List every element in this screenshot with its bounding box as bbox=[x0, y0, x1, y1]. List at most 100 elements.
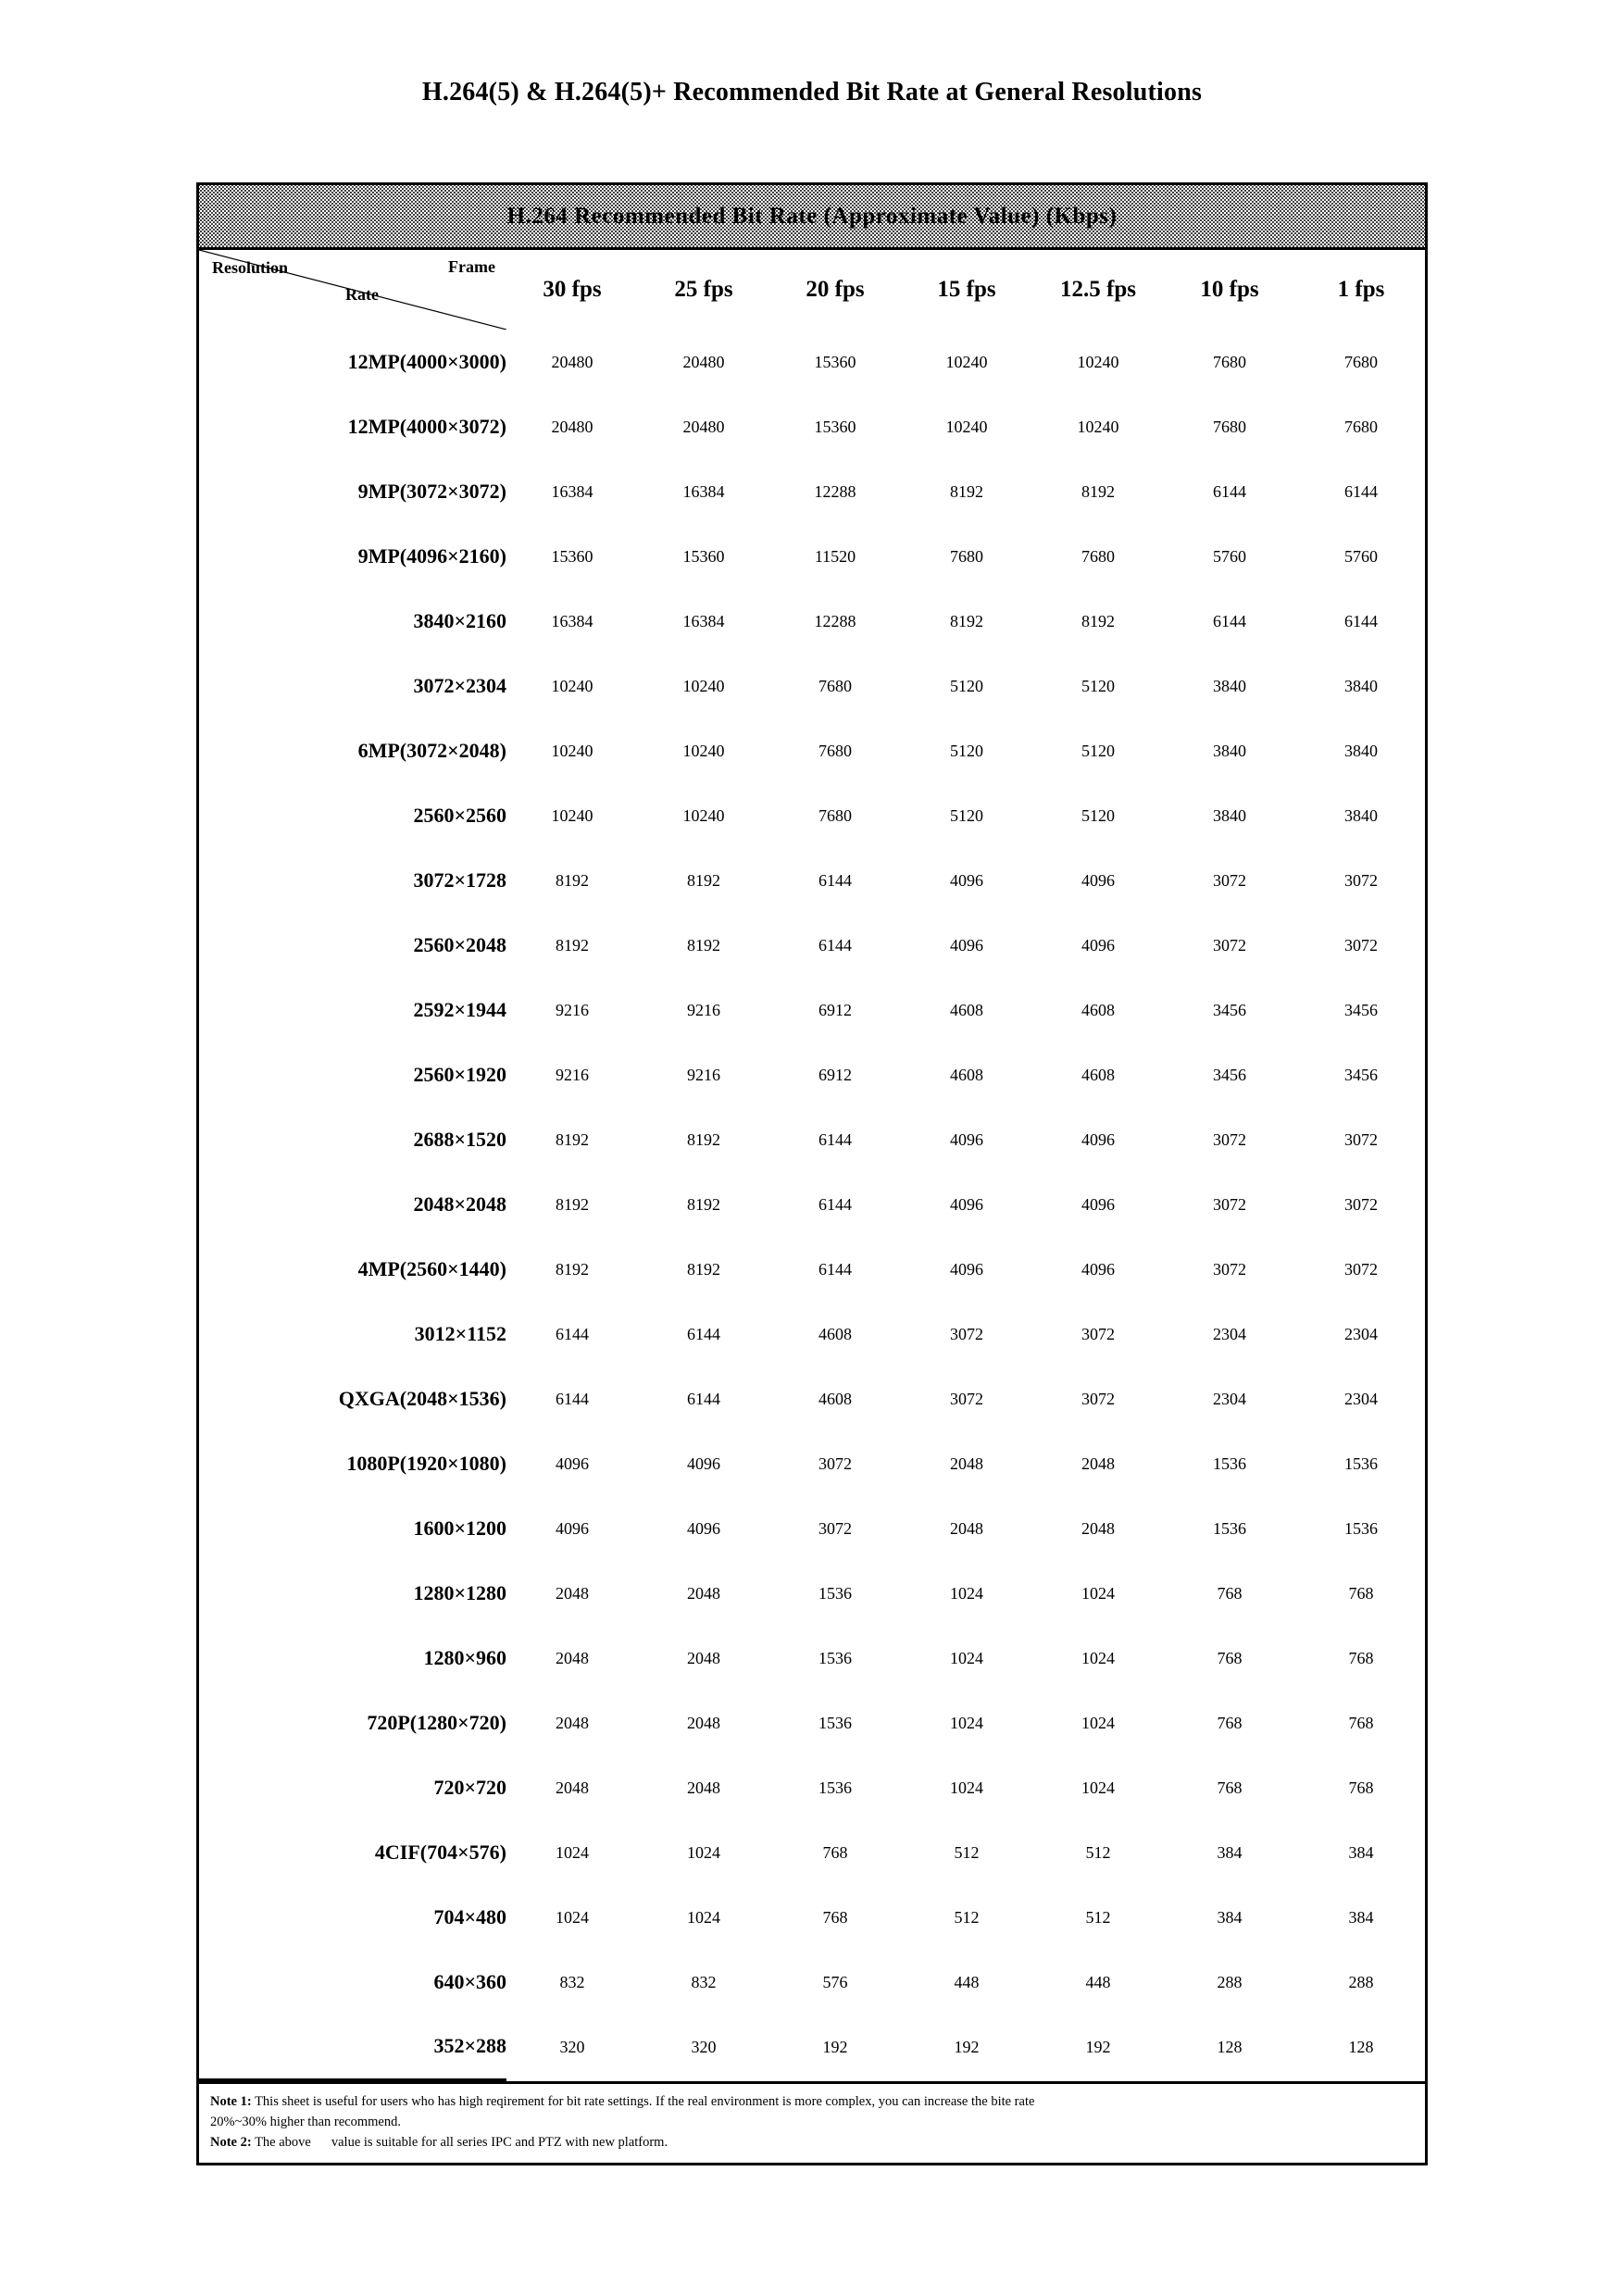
bitrate-value-cell: 512 bbox=[1085, 1842, 1111, 1862]
bitrate-value-cell: 16384 bbox=[551, 611, 593, 630]
resolution-cell: 720×720 bbox=[433, 1776, 506, 1799]
corner-frame-label: Frame bbox=[448, 257, 495, 276]
bitrate-value-cell: 384 bbox=[1217, 1907, 1243, 1927]
resolution-cell: 2560×2048 bbox=[413, 933, 506, 956]
bitrate-value-cell: 4608 bbox=[818, 1324, 852, 1343]
bitrate-value-cell: 8192 bbox=[950, 611, 983, 630]
table-row: 9MP(3072×3072) 16384 16384 12288 8192 8192 614… bbox=[199, 459, 1427, 524]
table-row: 12MP(4000×3000) 20480 20480 15360 10240 10240… bbox=[199, 330, 1427, 394]
bitrate-value-cell: 2048 bbox=[950, 1454, 983, 1473]
bitrate-value-cell: 288 bbox=[1217, 1972, 1243, 1991]
bitrate-value-cell: 448 bbox=[1085, 1972, 1111, 1991]
bitrate-value-cell: 384 bbox=[1217, 1842, 1243, 1862]
table-row: 2048×2048 8192 8192 6144 4096 4096 3072 3072 bbox=[199, 1172, 1427, 1237]
resolution-cell: 2592×1944 bbox=[413, 998, 506, 1021]
table-row: 3072×1728 8192 8192 6144 4096 4096 3072 3072 bbox=[199, 848, 1427, 913]
bitrate-value-cell: 12288 bbox=[814, 481, 856, 501]
bitrate-value-cell: 7680 bbox=[950, 546, 983, 566]
bitrate-value-cell: 8192 bbox=[556, 1129, 589, 1149]
bitrate-value-cell: 1024 bbox=[950, 1778, 983, 1797]
bitrate-value-cell: 3072 bbox=[1344, 870, 1378, 890]
resolution-cell: 12MP(4000×3000) bbox=[347, 350, 506, 373]
table-row: 352×288 320 320 192 192 192 128 128 bbox=[199, 2015, 1427, 2081]
bitrate-value-cell: 1536 bbox=[1213, 1454, 1246, 1473]
bitrate-value-cell: 1536 bbox=[1213, 1518, 1246, 1538]
table-notes: Note 1: This sheet is useful for users w… bbox=[199, 2080, 1425, 2163]
bitrate-value-cell: 1024 bbox=[950, 1583, 983, 1603]
table-head: Resolution Frame Rate 30 fps 25 fps 20 f… bbox=[199, 250, 1427, 330]
bitrate-value-cell: 6144 bbox=[818, 1259, 852, 1279]
bitrate-value-cell: 2048 bbox=[950, 1518, 983, 1538]
bitrate-value-cell: 20480 bbox=[682, 352, 725, 371]
bitrate-value-cell: 2304 bbox=[1344, 1324, 1378, 1343]
table-header-row: Resolution Frame Rate 30 fps 25 fps 20 f… bbox=[199, 250, 1427, 330]
bitrate-value-cell: 5760 bbox=[1344, 546, 1378, 566]
bitrate-value-cell: 10240 bbox=[945, 352, 988, 371]
bitrate-value-cell: 1024 bbox=[1081, 1713, 1115, 1732]
bitrate-value-cell: 2048 bbox=[687, 1583, 720, 1603]
note-1-label: Note 1: bbox=[210, 2093, 252, 2109]
bitrate-value-cell: 4096 bbox=[687, 1518, 720, 1538]
resolution-cell: 1280×1280 bbox=[413, 1581, 506, 1604]
bitrate-value-cell: 15360 bbox=[551, 546, 593, 566]
table-row: 704×480 1024 1024 768 512 512 384 384 bbox=[199, 1885, 1427, 1950]
bitrate-value-cell: 3456 bbox=[1213, 1065, 1246, 1084]
bitrate-value-cell: 6144 bbox=[1344, 611, 1378, 630]
bitrate-value-cell: 384 bbox=[1348, 1907, 1374, 1927]
bitrate-value-cell: 9216 bbox=[556, 1065, 589, 1084]
bitrate-value-cell: 16384 bbox=[682, 611, 725, 630]
bitrate-value-cell: 6144 bbox=[687, 1389, 720, 1408]
bitrate-value-cell: 3072 bbox=[818, 1454, 852, 1473]
bitrate-value-cell: 768 bbox=[822, 1907, 848, 1927]
resolution-cell: 640×360 bbox=[433, 1970, 506, 1993]
bitrate-value-cell: 1024 bbox=[1081, 1778, 1115, 1797]
bitrate-value-cell: 8192 bbox=[687, 1129, 720, 1149]
bitrate-value-cell: 9216 bbox=[556, 1000, 589, 1019]
bitrate-value-cell: 3072 bbox=[1344, 935, 1378, 955]
bitrate-value-cell: 3072 bbox=[1213, 935, 1246, 955]
bitrate-value-cell: 2048 bbox=[687, 1778, 720, 1797]
bitrate-value-cell: 4096 bbox=[950, 1194, 983, 1214]
bitrate-value-cell: 7680 bbox=[1213, 417, 1246, 436]
bitrate-value-cell: 4096 bbox=[556, 1454, 589, 1473]
bitrate-value-cell: 6144 bbox=[818, 870, 852, 890]
bitrate-value-cell: 8192 bbox=[950, 481, 983, 501]
bitrate-value-cell: 16384 bbox=[551, 481, 593, 501]
bitrate-value-cell: 7680 bbox=[818, 805, 852, 825]
resolution-cell: 12MP(4000×3072) bbox=[347, 415, 506, 438]
bitrate-value-cell: 20480 bbox=[551, 417, 593, 436]
note-2-text-a: The above bbox=[251, 2135, 311, 2151]
bitrate-value-cell: 8192 bbox=[556, 870, 589, 890]
bitrate-value-cell: 768 bbox=[1348, 1648, 1374, 1667]
bitrate-value-cell: 768 bbox=[1217, 1648, 1243, 1667]
bitrate-value-cell: 7680 bbox=[1344, 352, 1378, 371]
bitrate-value-cell: 192 bbox=[822, 2037, 848, 2056]
bitrate-value-cell: 3072 bbox=[1213, 870, 1246, 890]
bitrate-value-cell: 128 bbox=[1348, 2037, 1374, 2056]
bitrate-value-cell: 3072 bbox=[1213, 1194, 1246, 1214]
bitrate-value-cell: 1536 bbox=[818, 1778, 852, 1797]
bitrate-value-cell: 1024 bbox=[1081, 1583, 1115, 1603]
page-title: H.264(5) & H.264(5)+ Recommended Bit Rat… bbox=[421, 78, 1203, 106]
bitrate-value-cell: 4608 bbox=[950, 1000, 983, 1019]
resolution-cell: 720P(1280×720) bbox=[367, 1711, 506, 1734]
bitrate-value-cell: 768 bbox=[1348, 1778, 1374, 1797]
bitrate-value-cell: 8192 bbox=[556, 1259, 589, 1279]
resolution-cell: 1600×1200 bbox=[413, 1516, 506, 1540]
table-row: 6MP(3072×2048) 10240 10240 7680 5120 5120 3840… bbox=[199, 718, 1427, 783]
bitrate-value-cell: 4096 bbox=[1081, 1129, 1115, 1149]
bitrate-value-cell: 12288 bbox=[814, 611, 856, 630]
bitrate-value-cell: 4096 bbox=[1081, 870, 1115, 890]
bitrate-value-cell: 3456 bbox=[1344, 1000, 1378, 1019]
bitrate-value-cell: 6144 bbox=[818, 935, 852, 955]
bitrate-value-cell: 3072 bbox=[1213, 1129, 1246, 1149]
bitrate-value-cell: 4096 bbox=[950, 1259, 983, 1279]
note-1-text: This sheet is useful for users who has h… bbox=[251, 2093, 1035, 2109]
bitrate-value-cell: 15360 bbox=[814, 417, 856, 436]
bitrate-value-cell: 768 bbox=[1217, 1583, 1243, 1603]
bitrate-value-cell: 5120 bbox=[1081, 676, 1115, 695]
bitrate-value-cell: 192 bbox=[1085, 2037, 1111, 2056]
resolution-cell: 4CIF(704×576) bbox=[374, 1841, 506, 1864]
table-row: 9MP(4096×2160) 15360 15360 11520 7680 7680 576… bbox=[199, 524, 1427, 589]
bitrate-value-cell: 3072 bbox=[1344, 1129, 1378, 1149]
